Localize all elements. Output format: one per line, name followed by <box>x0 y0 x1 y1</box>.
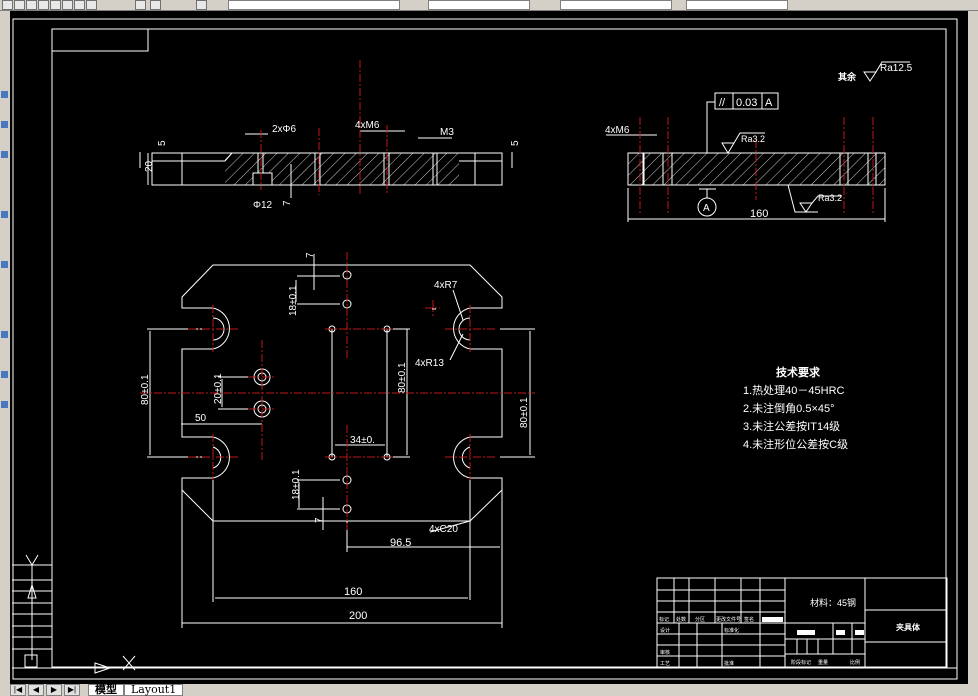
tb-label: 处数 <box>676 616 686 623</box>
next-tab-button[interactable]: ▶ <box>46 684 62 696</box>
dim-text: 34±0. <box>350 435 375 446</box>
dim-text: 5 <box>510 140 521 146</box>
tolerance-value: 0.03 <box>736 97 757 109</box>
tb-label: 设计 <box>660 627 670 634</box>
drawing-frame <box>51 28 947 668</box>
tool-icon[interactable] <box>1 331 8 338</box>
tb-label: 工艺 <box>660 661 670 667</box>
tb-label: 分区 <box>695 616 705 623</box>
prev-tab-button[interactable]: ◀ <box>28 684 44 696</box>
roughness-text: Ra12.5 <box>880 63 913 74</box>
first-tab-button[interactable]: |◀ <box>10 684 26 696</box>
tech-title: 技术要求 <box>776 365 821 379</box>
roughness-label: 其余 <box>838 71 857 82</box>
dim-text: 18±0.1 <box>288 285 299 316</box>
tb-label: 审核 <box>660 649 670 656</box>
tb-label: 批准 <box>724 660 734 667</box>
tolerance-datum: A <box>765 97 773 109</box>
dim-text: 160 <box>344 586 362 598</box>
tool-icon[interactable] <box>1 151 8 158</box>
tb-label: 更改文件号 <box>716 616 741 623</box>
toolbar-button[interactable] <box>50 0 61 10</box>
dim-text: 7 <box>314 517 325 523</box>
dim-text: 96.5 <box>390 537 411 549</box>
tool-icon[interactable] <box>1 91 8 98</box>
dim-text: 5 <box>157 140 168 146</box>
tool-icon[interactable] <box>1 211 8 218</box>
dim-text: 4xC20 <box>429 524 458 535</box>
plotstyle-dropdown[interactable] <box>686 0 788 10</box>
dim-text: 80±0.1 <box>140 374 151 405</box>
tolerance-symbol: // <box>719 97 726 109</box>
dim-text: M3 <box>440 127 454 138</box>
drawing-svg: 2xΦ6 4xM6 M3 5 5 20 Φ12 7 4xM6 // 0.03 A… <box>12 18 958 680</box>
toolbar-button[interactable] <box>2 0 13 10</box>
toolbar-button[interactable] <box>74 0 85 10</box>
dim-text: 7 <box>282 200 293 206</box>
dim-text: 4xM6 <box>605 125 630 136</box>
tab-layout1[interactable]: Layout1 <box>124 684 184 696</box>
tb-label: 阶段标记 <box>791 659 811 666</box>
toolbar-button[interactable] <box>14 0 25 10</box>
dim-text: 200 <box>349 610 367 622</box>
roughness-text: Ra3.2 <box>818 193 842 203</box>
layer-dropdown[interactable] <box>228 0 400 10</box>
tb-label: 标准化 <box>724 627 739 634</box>
lineweight-dropdown[interactable] <box>560 0 672 10</box>
dim-text: 80±0.1 <box>397 362 408 393</box>
tool-icon[interactable] <box>1 121 8 128</box>
roughness-text: Ra3.2 <box>741 134 765 144</box>
linetype-dropdown[interactable] <box>428 0 530 10</box>
tool-icon[interactable] <box>1 401 8 408</box>
toolbar-button[interactable] <box>150 0 161 10</box>
plan-view: 7 18±0.1 4xR7 4xR13 80±0.1 20±0.1 50 80±… <box>140 252 535 628</box>
dim-text: 20 <box>144 160 155 172</box>
layout-tabs: |◀ ◀ ▶ ▶| 模型 Layout1 <box>0 684 978 696</box>
tab-model[interactable]: 模型 <box>88 684 124 696</box>
toolbar-button[interactable] <box>135 0 146 10</box>
dim-text: 7 <box>305 252 316 258</box>
tech-item: 2.未注倒角0.5×45° <box>743 401 835 415</box>
datum-label: A <box>703 203 710 214</box>
toolbar-button[interactable] <box>86 0 97 10</box>
tb-label: 比例 <box>850 659 860 666</box>
last-tab-button[interactable]: ▶| <box>64 684 80 696</box>
dim-text: 18±0.1 <box>291 469 302 500</box>
part-name: 夹具体 <box>896 622 921 632</box>
tb-label: 签名 <box>744 616 754 623</box>
tech-requirements: 技术要求 1.热处理40－45HRC 2.未注倒角0.5×45° 3.未注公差按… <box>743 365 848 451</box>
side-view: 4xM6 // 0.03 A Ra3.2 Ra3.2 A 160 其余 Ra12… <box>605 61 913 222</box>
toolbar-button[interactable] <box>196 0 207 10</box>
vertical-scrollbar[interactable] <box>968 11 978 684</box>
material-text: 材料：45钢 <box>810 597 856 608</box>
tech-item: 1.热处理40－45HRC <box>743 384 845 397</box>
tool-icon[interactable] <box>1 371 8 378</box>
dim-text: 50 <box>195 413 207 424</box>
dim-text: 80±0.1 <box>519 397 530 428</box>
title-block: 材料：45钢 夹具体 标记 处数 分区 更改文件号 签名 设计 标准化 审核 工… <box>656 577 948 668</box>
dim-text: Φ12 <box>253 200 273 211</box>
tb-label: 重量 <box>818 659 828 666</box>
drawing-canvas[interactable]: 2xΦ6 4xM6 M3 5 5 20 Φ12 7 4xM6 // 0.03 A… <box>10 11 968 684</box>
main-toolbar <box>0 0 978 11</box>
draw-toolbar <box>0 11 10 684</box>
tool-icon[interactable] <box>1 261 8 268</box>
dim-text: 4xR13 <box>415 358 444 369</box>
frame-corner-box <box>51 28 149 52</box>
toolbar-button[interactable] <box>26 0 37 10</box>
tech-item: 4.未注形位公差按C级 <box>743 437 848 451</box>
toolbar-button[interactable] <box>62 0 73 10</box>
dim-text: 4xR7 <box>434 280 458 291</box>
toolbar-button[interactable] <box>38 0 49 10</box>
tb-label: 标记 <box>659 616 669 623</box>
tech-item: 3.未注公差按IT14级 <box>743 419 840 433</box>
dim-text: 20±0.1 <box>213 373 224 404</box>
dim-text: 160 <box>750 208 768 220</box>
dim-text: 2xΦ6 <box>272 124 297 135</box>
dim-text: 4xM6 <box>355 120 380 131</box>
section-view: 2xΦ6 4xM6 M3 5 5 20 Φ12 7 <box>139 60 521 211</box>
